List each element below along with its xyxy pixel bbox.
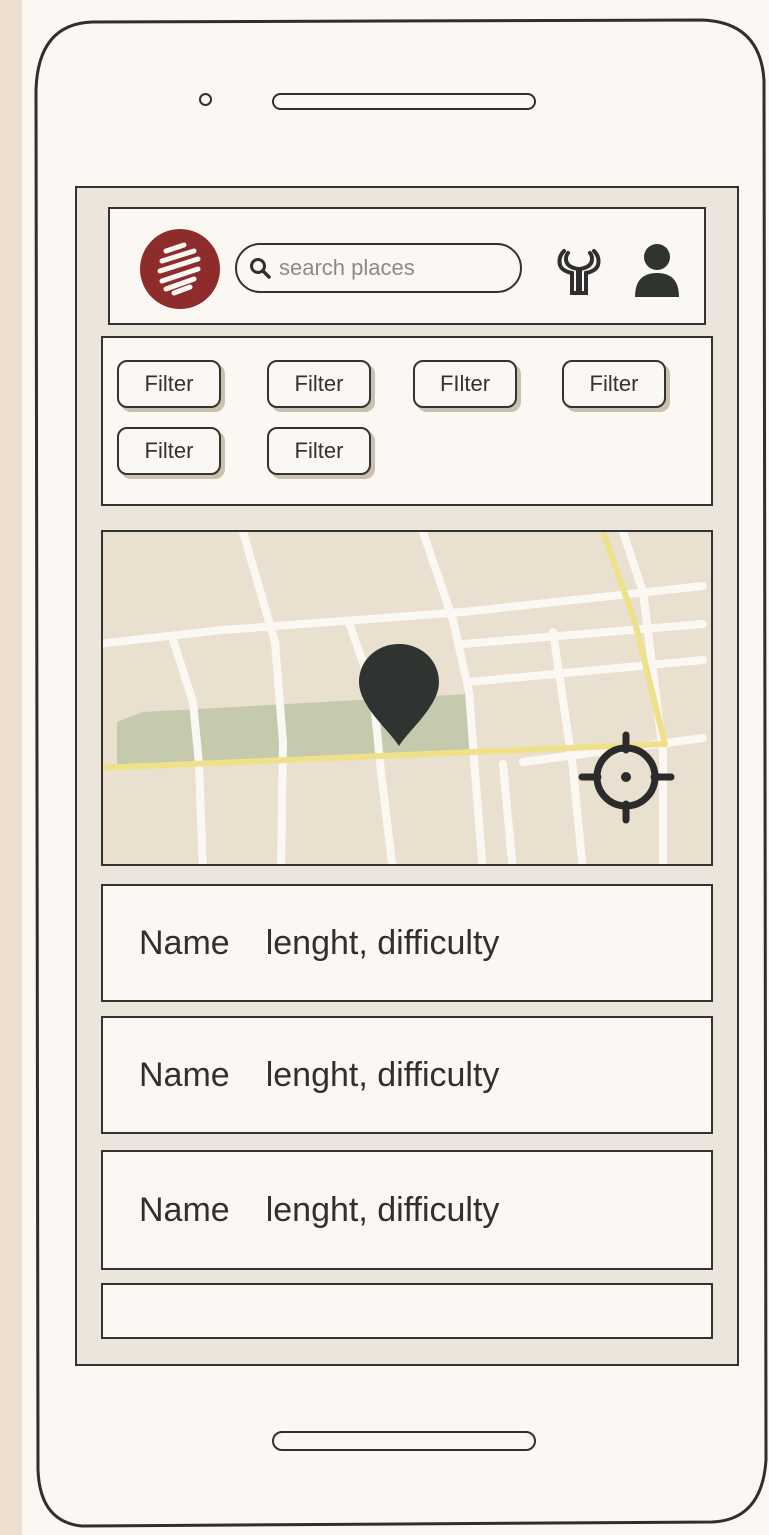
item-length-difficulty: lenght, difficulty bbox=[265, 1055, 500, 1094]
list-item[interactable] bbox=[101, 1283, 713, 1339]
search-input[interactable] bbox=[279, 245, 509, 291]
item-length-difficulty: lenght, difficulty bbox=[265, 1190, 500, 1229]
user-icon[interactable] bbox=[631, 241, 683, 299]
item-name: Name bbox=[139, 923, 230, 962]
filter-chip[interactable]: FIlter bbox=[413, 360, 517, 408]
list-item[interactable]: Name lenght, difficulty bbox=[101, 884, 713, 1002]
camera-dot bbox=[199, 93, 212, 106]
list-item[interactable]: Name lenght, difficulty bbox=[101, 1150, 713, 1270]
filter-panel: Filter Filter FIlter Filter Filter Filte… bbox=[101, 336, 713, 506]
list-item[interactable]: Name lenght, difficulty bbox=[101, 1016, 713, 1134]
scribble-logo-icon[interactable] bbox=[140, 229, 220, 309]
phone-frame: Filter Filter FIlter Filter Filter Filte… bbox=[22, 0, 769, 1535]
home-button[interactable] bbox=[272, 1431, 536, 1451]
filter-chip[interactable]: Filter bbox=[562, 360, 666, 408]
item-name: Name bbox=[139, 1190, 230, 1229]
filter-chip[interactable]: Filter bbox=[117, 427, 221, 475]
search-bar[interactable] bbox=[235, 243, 522, 293]
filter-chip[interactable]: Filter bbox=[117, 360, 221, 408]
map-canvas[interactable] bbox=[103, 532, 713, 866]
app-header bbox=[108, 207, 706, 325]
item-name: Name bbox=[139, 1055, 230, 1094]
filter-chip[interactable]: Filter bbox=[267, 360, 371, 408]
mockup-stage: Filter Filter FIlter Filter Filter Filte… bbox=[0, 0, 769, 1535]
map-view[interactable] bbox=[101, 530, 713, 866]
phone-screen: Filter Filter FIlter Filter Filter Filte… bbox=[75, 186, 739, 1366]
speaker-slot bbox=[272, 93, 536, 110]
magnifier-icon bbox=[250, 258, 271, 279]
item-length-difficulty: lenght, difficulty bbox=[265, 923, 500, 962]
filter-chip[interactable]: Filter bbox=[267, 427, 371, 475]
wrench-icon[interactable] bbox=[552, 245, 606, 299]
